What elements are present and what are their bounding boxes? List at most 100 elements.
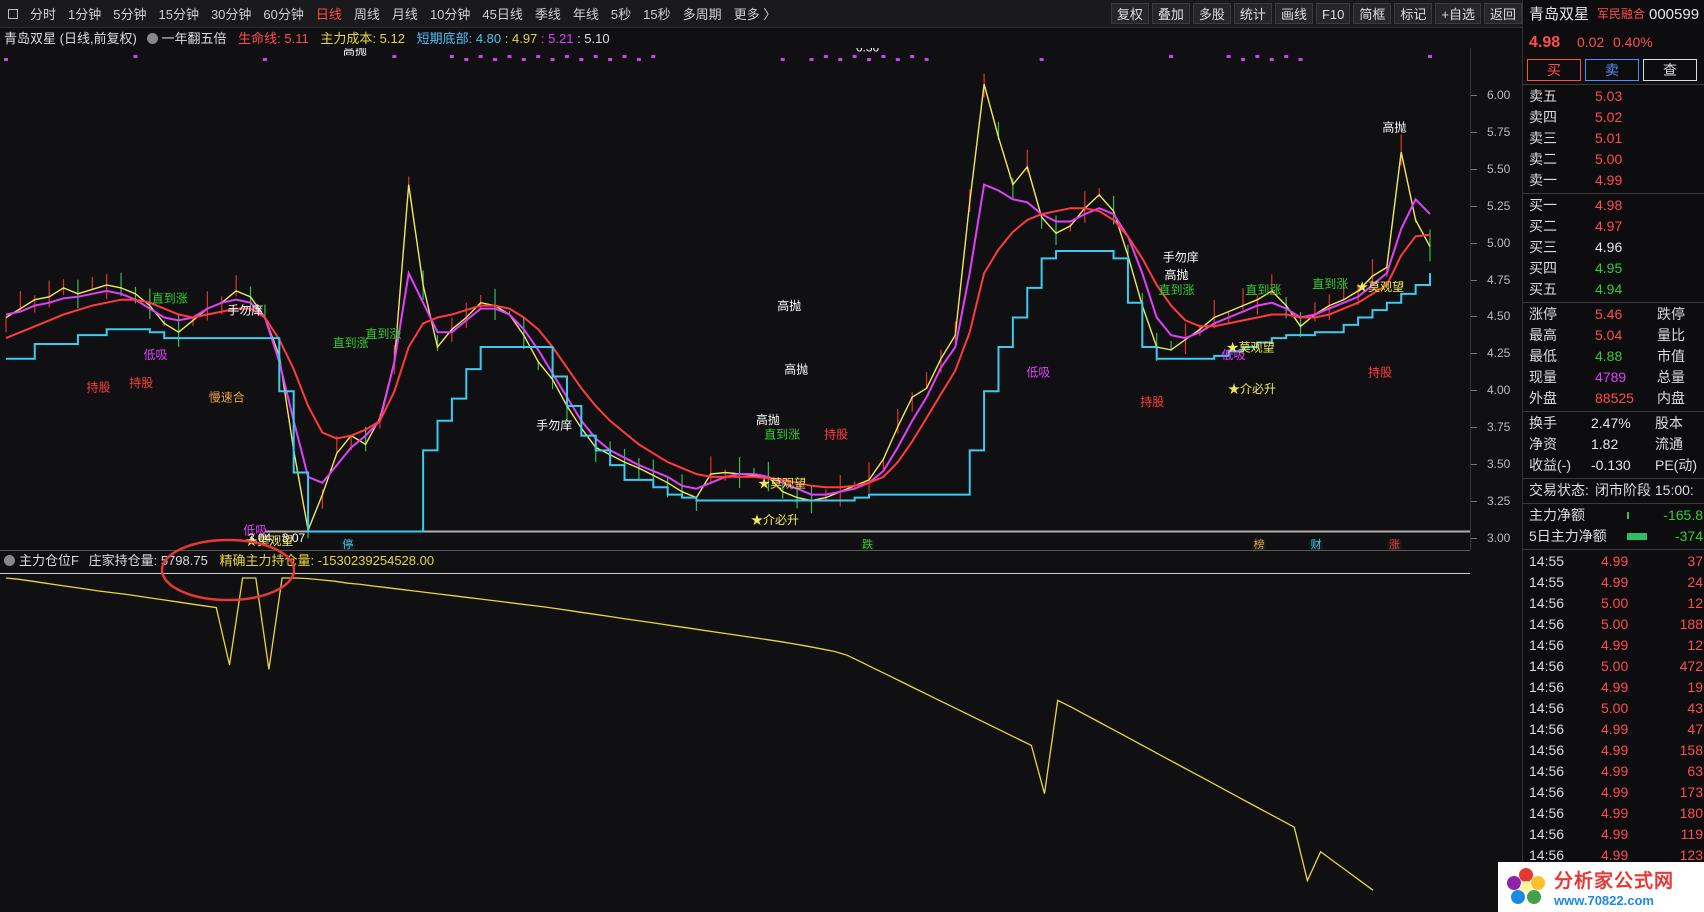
price-tick: 4.00: [1471, 383, 1510, 397]
signal-dot: [507, 55, 512, 58]
stat-value: 5.46: [1595, 306, 1623, 322]
toolbar-button-9[interactable]: 返回: [1483, 3, 1522, 24]
signal-dot: [1255, 55, 1260, 58]
bid-row[interactable]: 买四 4.95: [1523, 258, 1704, 279]
period-tab-4[interactable]: 30分钟: [205, 4, 257, 23]
bid-row[interactable]: 买二 4.97: [1523, 216, 1704, 237]
signal-dot: [262, 58, 267, 61]
bottom-marker[interactable]: 停: [342, 537, 353, 550]
period-tab-8[interactable]: 月线: [386, 4, 424, 23]
tick-time: 14:55: [1529, 553, 1565, 569]
period-tab-11[interactable]: 季线: [529, 4, 567, 23]
stat-value: 4789: [1595, 369, 1627, 385]
ask-price: 5.00: [1595, 151, 1623, 167]
stat-row: 换手 2.47% 股本: [1523, 413, 1704, 434]
signal-label: 直到涨: [1245, 282, 1281, 297]
bottom-marker[interactable]: 涨: [1389, 538, 1400, 550]
period-tab-3[interactable]: 15分钟: [152, 4, 204, 23]
period-tab-7[interactable]: 周线: [348, 4, 386, 23]
period-tab-5[interactable]: 60分钟: [257, 4, 309, 23]
bid-row[interactable]: 买三 4.96: [1523, 237, 1704, 258]
bottom-marker[interactable]: 财: [1311, 537, 1322, 550]
flow-bar: [1627, 533, 1647, 540]
toolbar-button-4[interactable]: 画线: [1274, 3, 1313, 24]
signal-label: ★莫观望: [1356, 280, 1404, 294]
tick-time: 14:56: [1529, 637, 1565, 653]
tick-price: 4.99: [1601, 763, 1629, 779]
period-tab-10[interactable]: 45日线: [476, 4, 528, 23]
period-tab-14[interactable]: 15秒: [637, 4, 676, 23]
buy-button[interactable]: 买: [1527, 59, 1581, 81]
signal-label: 高抛: [1165, 267, 1189, 282]
tick-price: 5.00: [1601, 595, 1629, 611]
toolbar-button-0[interactable]: 复权: [1110, 3, 1149, 24]
tick-price: 4.99: [1601, 574, 1629, 590]
stat-label-2: 量比: [1657, 327, 1685, 343]
main-chart-header: 青岛双星 (日线,前复权) 一年翻五倍 生命线: 5.11 主力成本: 5.12…: [4, 29, 610, 49]
ask-row[interactable]: 卖一 4.99: [1523, 170, 1704, 191]
tick-price: 4.99: [1601, 679, 1629, 695]
tick-row: 14:56 4.99 19: [1523, 677, 1704, 698]
bottom-marker[interactable]: 跌: [862, 537, 873, 550]
sub-l1: 庄家持仓量:: [88, 553, 158, 568]
sub-indicator-name[interactable]: 主力仓位F: [19, 553, 79, 568]
bid-row[interactable]: 买一 4.98: [1523, 195, 1704, 216]
quote-panel: 青岛双星 军民融合 000599 4.98 0.02 0.40% 买卖查卖五 5.03 卖四 5.…: [1522, 0, 1704, 912]
indicator-toggle-icon[interactable]: [146, 33, 158, 44]
period-tab-9[interactable]: 10分钟: [424, 4, 476, 23]
concept-badge[interactable]: 军民融合: [1597, 4, 1645, 25]
period-tab-16[interactable]: 更多 〉: [728, 4, 783, 23]
toolbar-button-1[interactable]: 叠加: [1151, 3, 1190, 24]
bottom-marker[interactable]: 榜: [1254, 537, 1265, 550]
capital-flow-row: 5日主力净额 -374: [1523, 526, 1704, 547]
toolbar-button-5[interactable]: F10: [1315, 3, 1351, 24]
indicator-name[interactable]: 一年翻五倍: [162, 31, 227, 46]
toolbar-button-2[interactable]: 多股: [1192, 3, 1231, 24]
period-tab-2[interactable]: 5分钟: [107, 4, 152, 23]
tick-row: 14:56 4.99 158: [1523, 740, 1704, 761]
price-tick: 3.50: [1471, 457, 1510, 471]
stat-row: 收益(-) -0.130 PE(动): [1523, 455, 1704, 476]
ask-row[interactable]: 卖四 5.02: [1523, 107, 1704, 128]
series-ma-short: [5, 183, 1431, 496]
stock-title: 青岛双星 (日线,前复权): [4, 31, 137, 46]
toolbar-button-7[interactable]: 标记: [1394, 3, 1433, 24]
bid-price: 4.95: [1595, 260, 1623, 276]
signal-label: 高抛: [756, 412, 780, 427]
signal-dot: [493, 58, 498, 61]
price-tick: 6.00: [1471, 88, 1510, 102]
period-tab-0[interactable]: 分时: [24, 4, 62, 23]
signal-dot: [895, 58, 900, 61]
period-tabs: 分时 1分钟 5分钟 15分钟 30分钟 60分钟 日线 周线 月线 10分钟 45日线 季线 年线 5秒…: [24, 4, 782, 23]
period-tab-12[interactable]: 年线: [567, 4, 605, 23]
period-tab-13[interactable]: 5秒: [605, 4, 637, 23]
sub-indicator-toggle-icon[interactable]: [4, 555, 15, 566]
signal-dot: [464, 58, 469, 61]
signal-label: 直到涨: [764, 427, 800, 442]
period-tab-15[interactable]: 多周期: [677, 4, 728, 23]
sell-button[interactable]: 卖: [1585, 59, 1639, 81]
bid-row[interactable]: 买五 4.94: [1523, 279, 1704, 300]
stat-row: 最低 4.88 市值: [1523, 346, 1704, 367]
layout-toggle-icon[interactable]: [8, 8, 18, 19]
position-chart[interactable]: [0, 570, 1470, 912]
query-button[interactable]: 查: [1643, 59, 1697, 81]
toolbar-button-3[interactable]: 统计: [1233, 3, 1272, 24]
ask-row[interactable]: 卖二 5.00: [1523, 149, 1704, 170]
capital-flow-row: 主力净额 -165.8: [1523, 505, 1704, 526]
signal-label: ★介必升: [1228, 382, 1276, 396]
tick-time: 14:56: [1529, 616, 1565, 632]
stat-value: 2.47%: [1591, 415, 1631, 431]
logo-title: 分析家公式网: [1554, 871, 1675, 892]
ask-row[interactable]: 卖三 5.01: [1523, 128, 1704, 149]
period-tab-6[interactable]: 日线: [310, 4, 348, 23]
ask-row[interactable]: 卖五 5.03: [1523, 86, 1704, 107]
toolbar-button-6[interactable]: 简框: [1353, 3, 1392, 24]
signal-dot: [809, 58, 814, 61]
toolbar-button-8[interactable]: +自选: [1435, 3, 1481, 24]
stat-value: 5.04: [1595, 327, 1623, 343]
sub-v2: -1530239254528.00: [317, 553, 435, 568]
period-tab-1[interactable]: 1分钟: [62, 4, 107, 23]
right-toolbar: 复权 叠加 多股 统计 画线 F10 简框 标记 +自选 返回: [1108, 3, 1522, 24]
price-chart[interactable]: 高抛6.36高抛高抛高抛高抛手勿庠手勿庠手勿庠高抛持股持股持股持股持股低吸低吸低…: [0, 48, 1470, 550]
